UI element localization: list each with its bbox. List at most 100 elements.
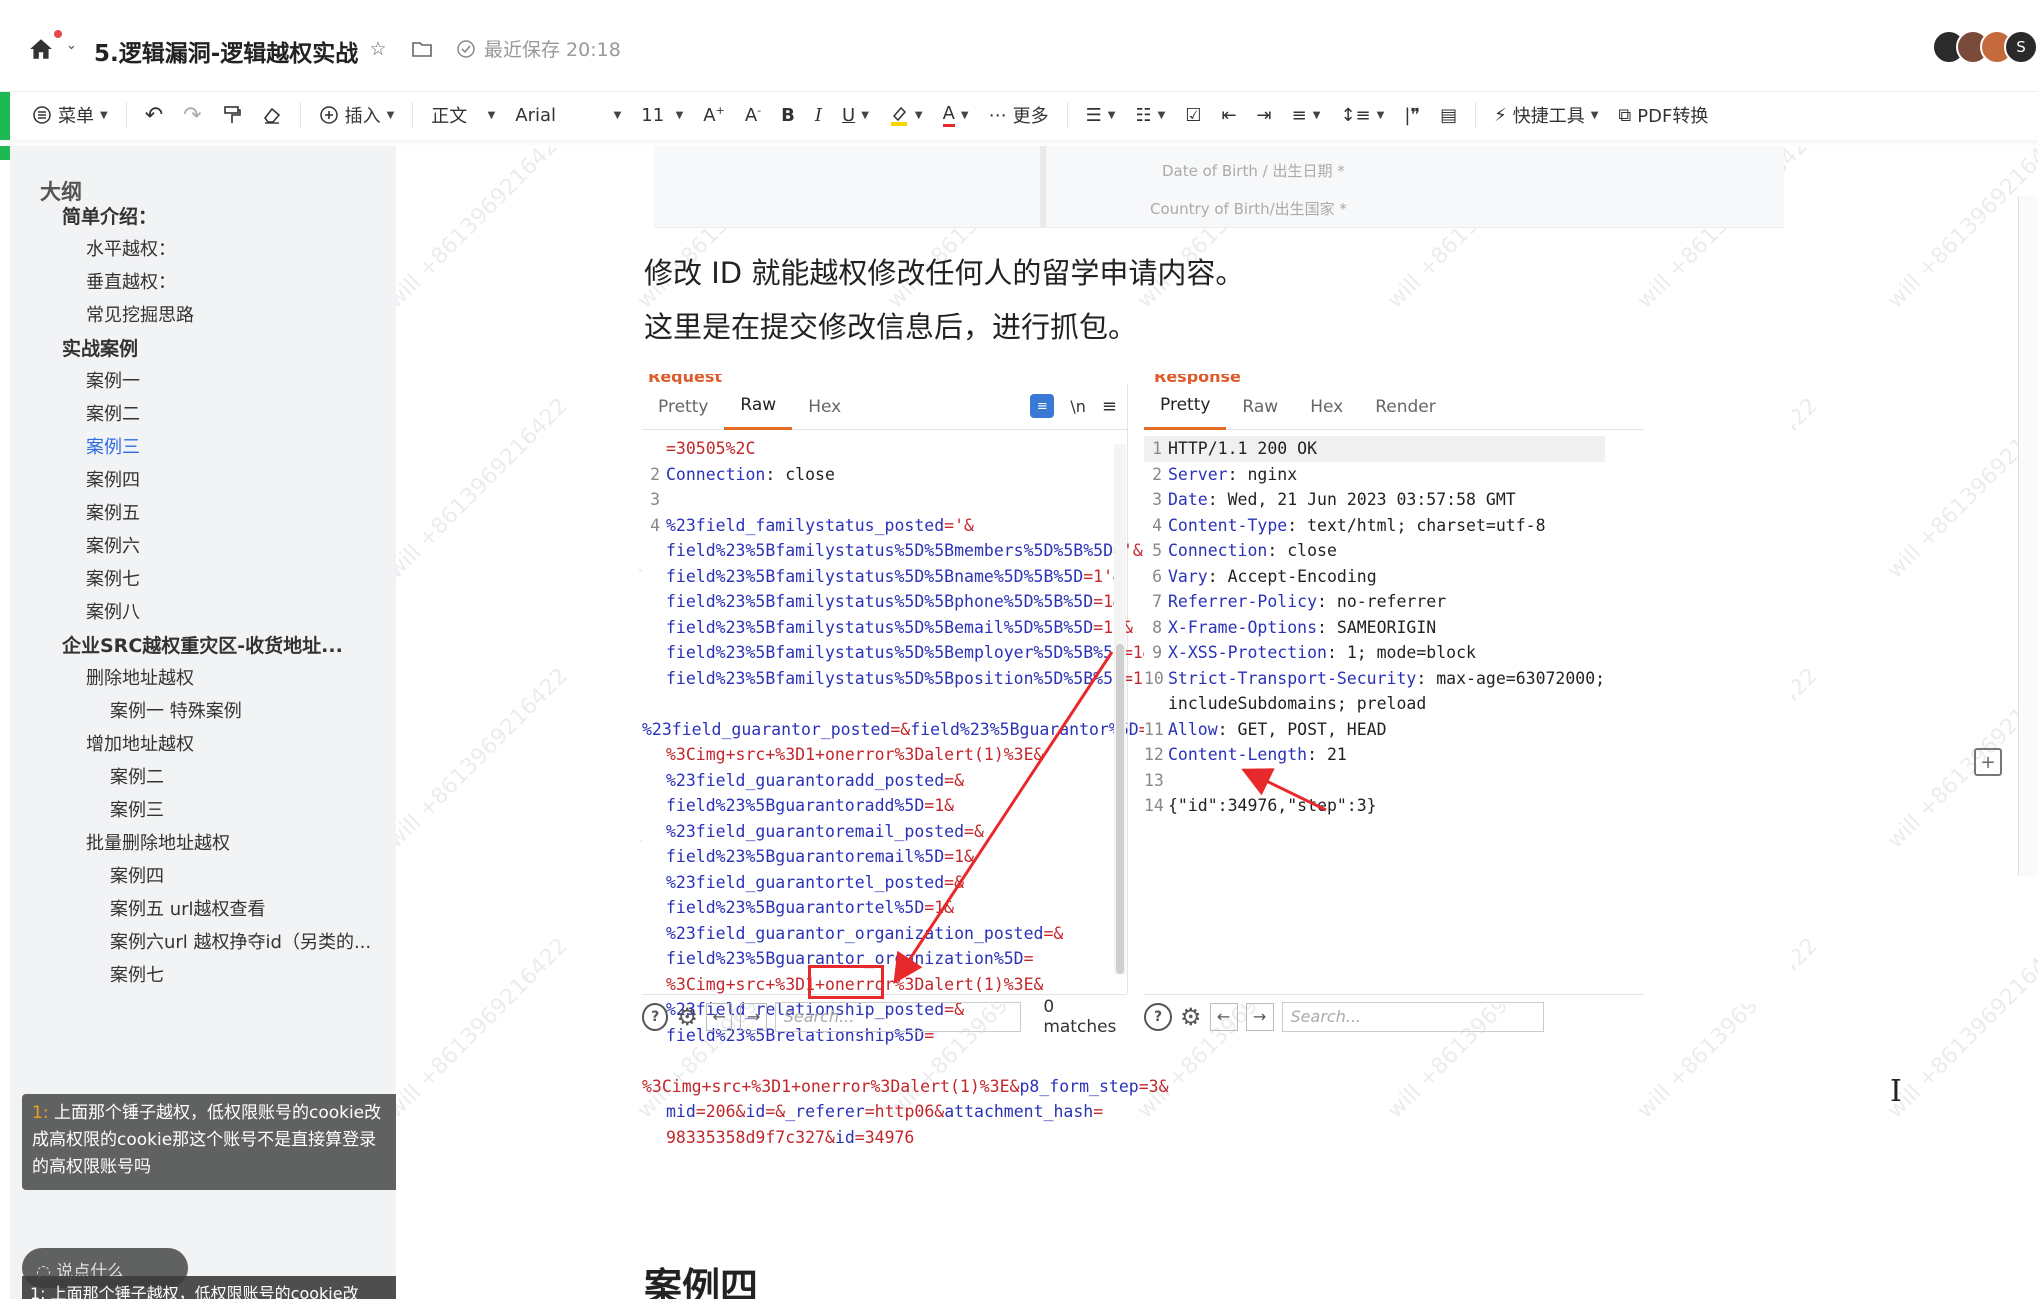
prev-match-button[interactable]: ←	[706, 1002, 733, 1031]
line-spacing-button[interactable]: ↕≡ ▼	[1330, 95, 1394, 135]
block-button[interactable]: ▤	[1430, 95, 1467, 135]
outline-item[interactable]: 案例三	[110, 796, 164, 822]
underline-button[interactable]: U ▼	[832, 95, 879, 135]
outline-item[interactable]: 案例七	[110, 961, 164, 987]
prev-match-button[interactable]: ←	[1209, 1002, 1238, 1031]
clear-format-button[interactable]	[252, 95, 292, 135]
align-button[interactable]: ≡ ▼	[1282, 95, 1331, 135]
italic-button[interactable]: I	[805, 95, 832, 135]
outline-item[interactable]: 企业SRC越权重灾区-收货地址...	[62, 631, 343, 658]
caret-down-icon: ▼	[675, 109, 684, 121]
help-icon[interactable]: ?	[1144, 1002, 1172, 1031]
outline-item[interactable]: 案例五	[86, 499, 140, 525]
bold-button[interactable]: B	[771, 95, 805, 135]
outline-item[interactable]: 实战案例	[62, 334, 138, 361]
outline-item[interactable]: 案例一	[86, 367, 140, 393]
menu-button[interactable]: 菜单 ▼	[22, 95, 118, 135]
help-icon[interactable]: ?	[642, 1002, 669, 1031]
save-status: 最近保存 20:18	[484, 39, 621, 61]
outline-item[interactable]: 常见挖掘思路	[86, 301, 194, 327]
plus-circle-icon	[319, 106, 338, 124]
numbered-list-button[interactable]: ☷ ▼	[1125, 95, 1175, 135]
outline-item[interactable]: 案例四	[86, 466, 140, 492]
settings-icon[interactable]: ⚙	[1180, 1003, 1202, 1031]
decrease-font-button[interactable]: A-	[735, 95, 771, 135]
menu-label: 菜单	[58, 106, 94, 127]
toolbar-divider	[299, 102, 301, 128]
highlight-color-button[interactable]: ▼	[879, 95, 933, 135]
undo-button[interactable]: ↶	[135, 95, 173, 135]
outline-item[interactable]: 案例六url 越权挣夺id（另类的...	[110, 928, 371, 954]
outline-item[interactable]: 垂直越权：	[86, 268, 176, 294]
outline-item[interactable]: 批量删除地址越权	[86, 829, 230, 855]
image-divider	[1040, 146, 1046, 228]
caret-down-icon: ▼	[100, 109, 108, 121]
redo-button[interactable]: ↷	[173, 95, 211, 135]
outline-item[interactable]: 增加地址越权	[86, 730, 194, 756]
avatar[interactable]: S	[2004, 30, 2038, 64]
outline-item[interactable]: 删除地址越权	[86, 664, 194, 690]
folder-icon[interactable]	[410, 37, 434, 61]
next-match-button[interactable]: →	[740, 1002, 767, 1031]
response-search-input[interactable]: Search...	[1281, 1001, 1544, 1032]
quote-icon: |❞	[1404, 104, 1421, 126]
image-label: Country of Birth/出生国家 *	[1150, 200, 1347, 218]
outline-item[interactable]: 案例一 特殊案例	[110, 697, 242, 723]
outline-item[interactable]: 案例七	[86, 565, 140, 591]
next-match-button[interactable]: →	[1245, 1002, 1274, 1031]
watermark-text: will +8613969216422	[1882, 933, 2038, 1124]
font-family-select[interactable]: Arial ▼	[505, 95, 631, 135]
text-cursor-icon: I	[1890, 1074, 1902, 1109]
watermark-text: will +8613969216422	[396, 393, 573, 584]
format-painter-icon	[223, 106, 241, 123]
insert-button[interactable]: 插入 ▼	[309, 95, 405, 135]
right-rail	[2018, 196, 2038, 876]
outline-item[interactable]: 案例五 url越权查看	[110, 895, 266, 921]
outline-item[interactable]: 案例二	[110, 763, 164, 789]
outline-item[interactable]: 案例三	[86, 433, 140, 459]
toolbar-divider	[412, 102, 414, 128]
quote-button[interactable]: |❞	[1394, 95, 1430, 135]
collaborator-avatars[interactable]: S	[1932, 30, 2038, 64]
block-icon: ▤	[1440, 104, 1458, 126]
indent-button[interactable]: ⇥	[1247, 95, 1282, 135]
embedded-image-top: Date of Birth / 出生日期 * Country of Birth/…	[654, 146, 1784, 228]
comment-bubble[interactable]: 1: 上面那个锤子越权，低权限账号的cookie改成高权限的cookie那这个账…	[22, 1094, 402, 1190]
menu-icon	[33, 106, 51, 124]
bullet-list-button[interactable]: ☰ ▼	[1076, 95, 1126, 135]
comment-bubble-2[interactable]: 1: 上面那个锤子越权，低权限账号的cookie改	[22, 1276, 420, 1299]
request-search-input[interactable]: Search...	[774, 1001, 1022, 1032]
outline-item[interactable]: 案例八	[86, 598, 140, 624]
undo-icon: ↶	[144, 102, 164, 128]
star-icon[interactable]: ☆	[366, 37, 390, 61]
font-color-button[interactable]: A ▼	[933, 95, 979, 135]
burp-screenshot: Request Response Pretty Raw Hex ≡ \n ≡ =30…	[642, 374, 1792, 1147]
more-button[interactable]: ⋯ 更多	[979, 95, 1059, 135]
more-icon: ⋯	[988, 104, 1007, 126]
caret-down-icon: ▼	[861, 109, 869, 121]
task-list-button[interactable]: ☑	[1175, 95, 1211, 135]
font-size-select[interactable]: 11 ▼	[631, 95, 693, 135]
highlighter-icon	[890, 106, 907, 126]
caret-down-icon: ▼	[1157, 109, 1166, 121]
outline-item[interactable]: 简单介绍：	[62, 202, 157, 229]
home-button[interactable]: ⌄	[28, 30, 88, 70]
outline-item[interactable]: 水平越权：	[86, 235, 176, 261]
add-comment-icon[interactable]: +	[1974, 748, 2002, 776]
outline-item[interactable]: 案例六	[86, 532, 140, 558]
outline-item[interactable]: 案例二	[86, 400, 140, 426]
outline-item[interactable]: 案例四	[110, 862, 164, 888]
outdent-button[interactable]: ⇤	[1211, 95, 1246, 135]
chevron-down-icon: ⌄	[66, 38, 77, 53]
settings-icon[interactable]: ⚙	[676, 1003, 698, 1031]
format-painter-button[interactable]	[212, 95, 252, 135]
code-token: mid	[666, 1102, 696, 1121]
annotation-arrows	[893, 651, 1327, 985]
quick-tools-button[interactable]: ⚡ 快捷工具 ▼	[1484, 95, 1608, 135]
code-token: =	[1093, 1102, 1104, 1121]
paragraph-style-select[interactable]: 正文 ▼	[421, 95, 505, 135]
numbered-list-icon: ☷	[1135, 104, 1152, 126]
increase-font-button[interactable]: A+	[693, 95, 735, 135]
pdf-convert-button[interactable]: ⧉ PDF转换	[1608, 95, 1718, 135]
document-title[interactable]: 5.逻辑漏洞-逻辑越权实战	[94, 34, 358, 68]
